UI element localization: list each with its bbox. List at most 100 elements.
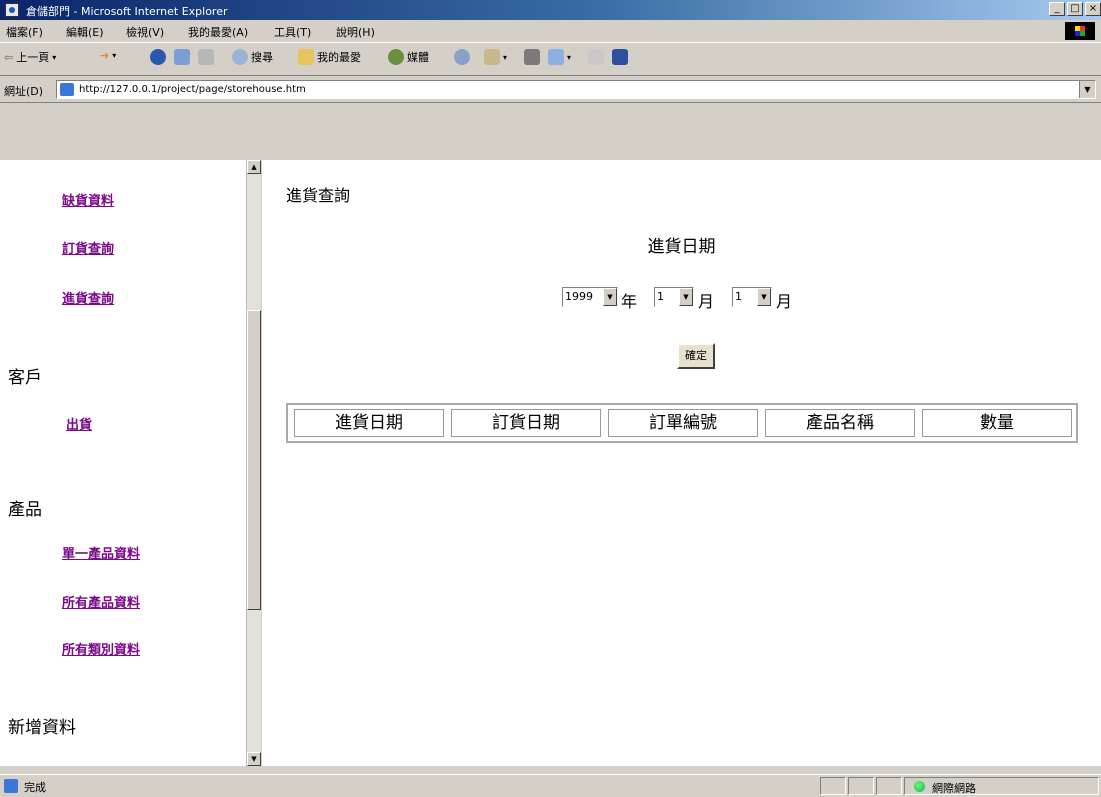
year-unit: 年: [621, 292, 638, 311]
home-icon: [198, 49, 214, 65]
internet-zone-icon: [914, 781, 925, 792]
confirm-button[interactable]: 確定: [677, 343, 715, 369]
mail-button[interactable]: ▾: [484, 49, 507, 65]
menu-tools[interactable]: 工具(T): [274, 24, 311, 40]
content-frame: 進貨查詢 進貨日期 1999 ▼ 年 1 ▼ 月 1 ▼ 月 確定 進貨日期 訂…: [262, 160, 1101, 766]
page-done-icon: [4, 779, 18, 793]
nav-link-order-query[interactable]: 訂貨查詢: [62, 238, 114, 257]
nav-heading-product: 產品: [8, 500, 42, 520]
close-button[interactable]: ×: [1085, 2, 1101, 16]
forward-arrow-icon: ➔: [100, 49, 110, 62]
messenger-icon: [612, 49, 628, 65]
status-pane: [876, 777, 902, 795]
results-table: 進貨日期 訂貨日期 訂單編號 產品名稱 數量: [286, 403, 1078, 443]
back-arrow-icon: ⇦: [4, 50, 14, 64]
back-button[interactable]: ⇦ 上一頁 ▾: [4, 49, 56, 65]
address-url: http://127.0.0.1/project/page/storehouse…: [79, 84, 306, 95]
status-pane: [820, 777, 846, 795]
media-label: 媒體: [407, 51, 429, 64]
menu-file[interactable]: 檔案(F): [6, 24, 43, 40]
page-icon: [60, 83, 74, 96]
address-bar: 網址(D) http://127.0.0.1/project/page/stor…: [0, 76, 1101, 103]
media-button[interactable]: 媒體: [388, 49, 429, 65]
chevron-down-icon: ▾: [112, 51, 117, 60]
nav-link-out-of-stock[interactable]: 缺貨資料: [62, 190, 114, 209]
back-label: 上一頁: [16, 51, 50, 64]
discuss-button[interactable]: [588, 49, 604, 65]
forward-button[interactable]: ➔ ▾: [100, 49, 116, 62]
search-icon: [232, 49, 248, 65]
home-button[interactable]: [198, 49, 214, 65]
nav-link-single-product[interactable]: 單一產品資料: [62, 543, 140, 562]
favorites-button[interactable]: 我的最愛: [298, 49, 361, 65]
refresh-icon: [174, 49, 190, 65]
status-pane: [848, 777, 874, 795]
nav-link-all-categories[interactable]: 所有類別資料: [62, 639, 140, 658]
refresh-button[interactable]: [174, 49, 190, 65]
status-bar: 完成 網際網路: [0, 774, 1101, 797]
window-title-bar: 倉儲部門 - Microsoft Internet Explorer _ □ ×: [0, 0, 1101, 20]
day-select[interactable]: 1 ▼: [732, 287, 772, 307]
favorites-icon: [298, 49, 314, 65]
address-input[interactable]: http://127.0.0.1/project/page/storehouse…: [56, 80, 1096, 99]
edit-button[interactable]: ▾: [548, 49, 571, 65]
day-unit: 月: [776, 292, 793, 311]
month-unit: 月: [698, 292, 715, 311]
column-header: 進貨日期: [294, 409, 444, 437]
windows-logo-icon: [1065, 22, 1095, 40]
stop-icon: [150, 49, 166, 65]
chevron-down-icon: ▾: [52, 52, 57, 62]
favorites-label: 我的最愛: [317, 51, 361, 64]
scrollbar-thumb[interactable]: [247, 310, 261, 610]
nav-heading-customer: 客戶: [8, 368, 42, 388]
menu-view[interactable]: 檢視(V): [126, 24, 164, 40]
nav-heading-add-data: 新增資料: [8, 718, 76, 738]
date-label: 進貨日期: [647, 237, 716, 257]
search-label: 搜尋: [251, 51, 273, 64]
search-button[interactable]: 搜尋: [232, 49, 273, 65]
year-value: 1999: [565, 290, 593, 303]
nav-link-purchase-query[interactable]: 進貨查詢: [62, 288, 114, 307]
toolbar: ⇦ 上一頁 ▾ ➔ ▾ 搜尋 我的最愛 媒體 ▾ ▾: [0, 43, 1101, 76]
menu-help[interactable]: 說明(H): [336, 24, 375, 40]
stop-button[interactable]: [150, 49, 166, 65]
nav-frame: 缺貨資料 訂貨查詢 進貨查詢 客戶 出貨 產品 單一產品資料 所有產品資料 所有…: [0, 160, 259, 766]
column-header: 訂貨日期: [451, 409, 601, 437]
mail-icon: [484, 49, 500, 65]
window-title: 倉儲部門 - Microsoft Internet Explorer: [26, 5, 228, 18]
print-icon: [524, 49, 540, 65]
nav-scrollbar[interactable]: ▲ ▼: [246, 160, 261, 766]
month-value: 1: [657, 290, 664, 303]
chevron-down-icon: ▾: [567, 52, 572, 62]
menu-edit[interactable]: 編輯(E): [66, 24, 104, 40]
messenger-button[interactable]: [612, 49, 628, 65]
nav-link-all-products[interactable]: 所有產品資料: [62, 592, 140, 611]
scroll-down-icon[interactable]: ▼: [247, 752, 261, 766]
year-select[interactable]: 1999 ▼: [562, 287, 618, 307]
chevron-down-icon: ▾: [503, 52, 508, 62]
media-icon: [388, 49, 404, 65]
ie-page-icon: [5, 3, 19, 17]
maximize-button[interactable]: □: [1067, 2, 1083, 16]
column-header: 數量: [922, 409, 1072, 437]
chevron-down-icon: ▼: [757, 288, 771, 306]
status-text: 完成: [24, 781, 46, 794]
chevron-down-icon[interactable]: ▼: [1079, 81, 1095, 98]
month-select[interactable]: 1 ▼: [654, 287, 694, 307]
day-value: 1: [735, 290, 742, 303]
column-header: 訂單編號: [608, 409, 758, 437]
column-header: 產品名稱: [765, 409, 915, 437]
menu-bar: 檔案(F) 編輯(E) 檢視(V) 我的最愛(A) 工具(T) 說明(H): [0, 20, 1101, 43]
history-icon: [454, 49, 470, 65]
history-button[interactable]: [454, 49, 470, 65]
chevron-down-icon: ▼: [603, 288, 617, 306]
nav-link-shipping[interactable]: 出貨: [66, 414, 92, 433]
discuss-icon: [588, 49, 604, 65]
scroll-up-icon[interactable]: ▲: [247, 160, 261, 174]
chevron-down-icon: ▼: [679, 288, 693, 306]
minimize-button[interactable]: _: [1049, 2, 1065, 16]
menu-favorites[interactable]: 我的最愛(A): [188, 24, 248, 40]
edit-icon: [548, 49, 564, 65]
print-button[interactable]: [524, 49, 540, 65]
zone-text: 網際網路: [932, 782, 976, 795]
